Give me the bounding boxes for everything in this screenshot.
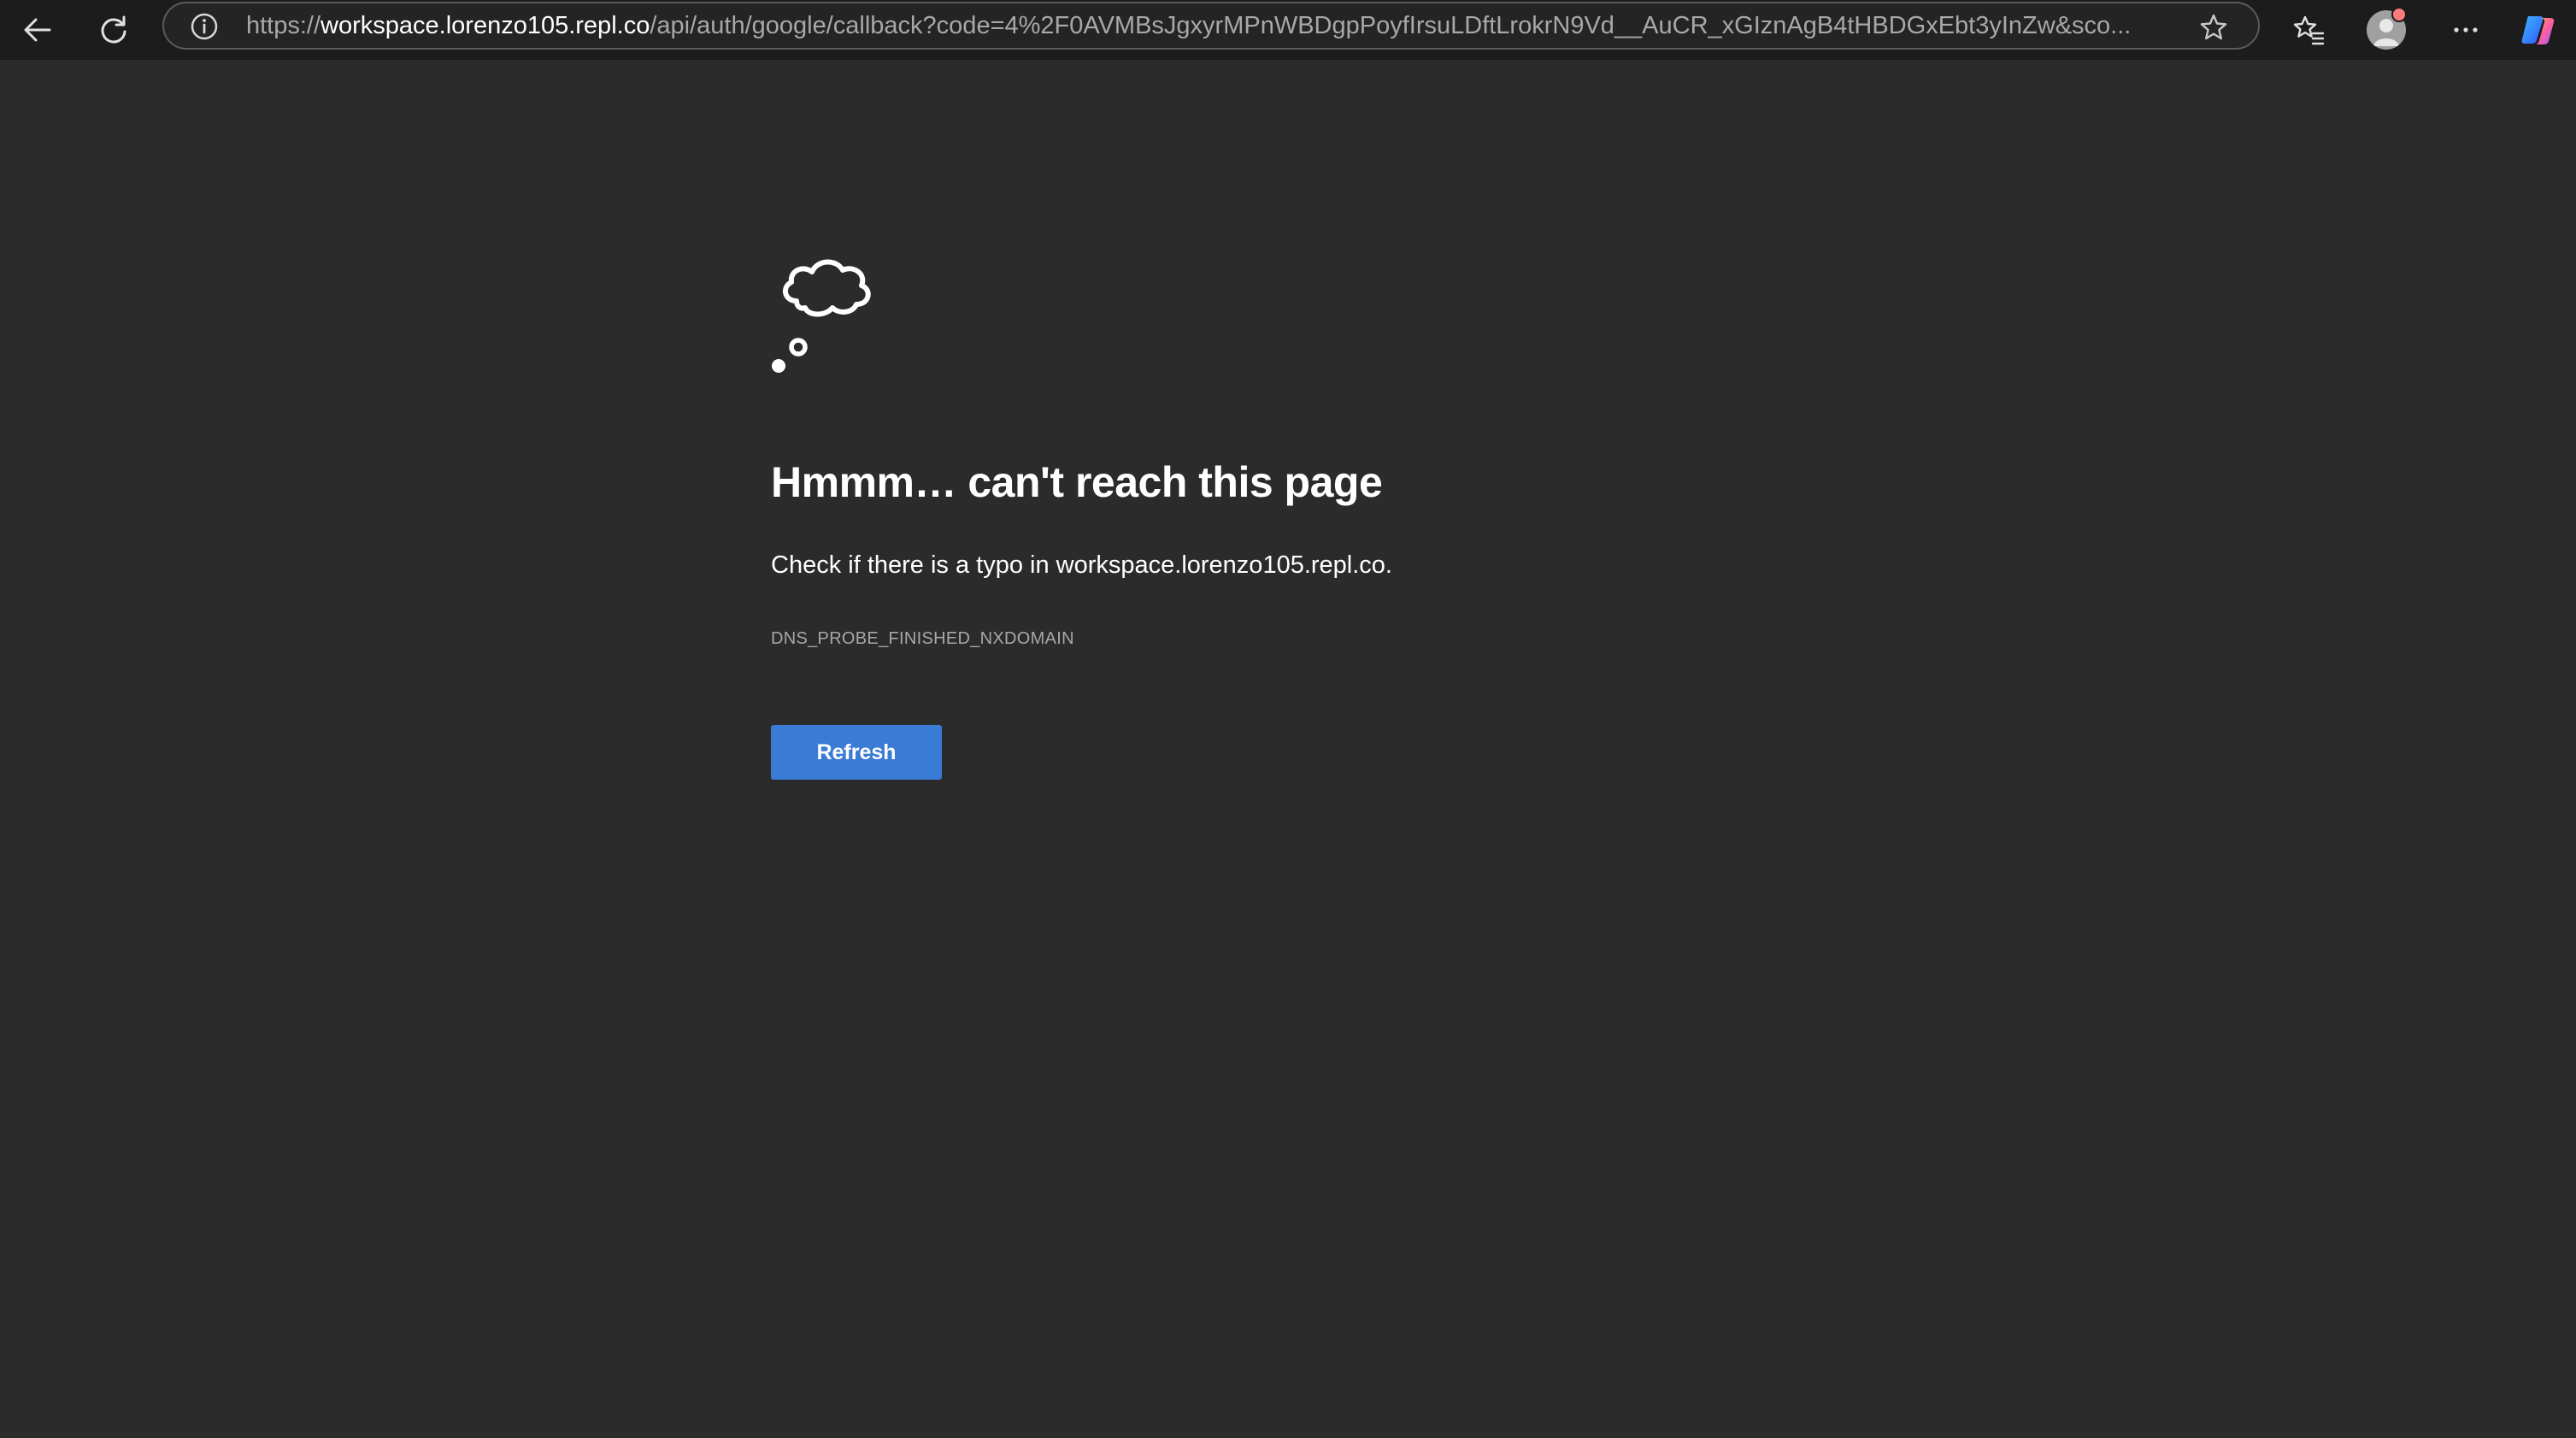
browser-window: https://workspace.lorenzo105.repl.co/api… bbox=[0, 0, 2576, 1438]
url-host: workspace.lorenzo105.repl.co bbox=[321, 12, 650, 39]
info-icon bbox=[191, 13, 218, 40]
copilot-icon bbox=[2521, 16, 2555, 44]
url-text[interactable]: https://workspace.lorenzo105.repl.co/api… bbox=[246, 3, 2340, 48]
more-dots-icon bbox=[2454, 27, 2478, 32]
site-info-button[interactable] bbox=[190, 12, 219, 41]
settings-and-more-button[interactable] bbox=[2440, 6, 2491, 54]
address-bar[interactable]: https://workspace.lorenzo105.repl.co/api… bbox=[162, 2, 2260, 50]
back-button[interactable] bbox=[12, 6, 63, 54]
favorites-star-list-icon bbox=[2293, 15, 2325, 45]
url-scheme: https:// bbox=[246, 12, 321, 39]
thought-cloud-icon bbox=[772, 259, 871, 373]
browser-toolbar: https://workspace.lorenzo105.repl.co/api… bbox=[0, 0, 2576, 60]
reload-button[interactable] bbox=[88, 6, 139, 54]
add-to-favorites-button[interactable] bbox=[2197, 10, 2231, 44]
error-title: Hmmm… can't reach this page bbox=[771, 458, 1383, 506]
refresh-button[interactable]: Refresh bbox=[771, 725, 942, 780]
back-arrow-icon bbox=[24, 18, 51, 42]
error-code: DNS_PROBE_FINISHED_NXDOMAIN bbox=[771, 629, 1074, 648]
copilot-button[interactable] bbox=[2513, 6, 2564, 54]
reload-icon bbox=[101, 15, 126, 44]
favorites-button[interactable] bbox=[2284, 6, 2335, 54]
url-path: /api/auth/google/callback?code=4%2F0AVMB… bbox=[650, 12, 2132, 39]
notification-badge bbox=[2391, 7, 2407, 22]
star-icon bbox=[2200, 14, 2227, 40]
error-message: Check if there is a typo in workspace.lo… bbox=[771, 551, 1392, 579]
